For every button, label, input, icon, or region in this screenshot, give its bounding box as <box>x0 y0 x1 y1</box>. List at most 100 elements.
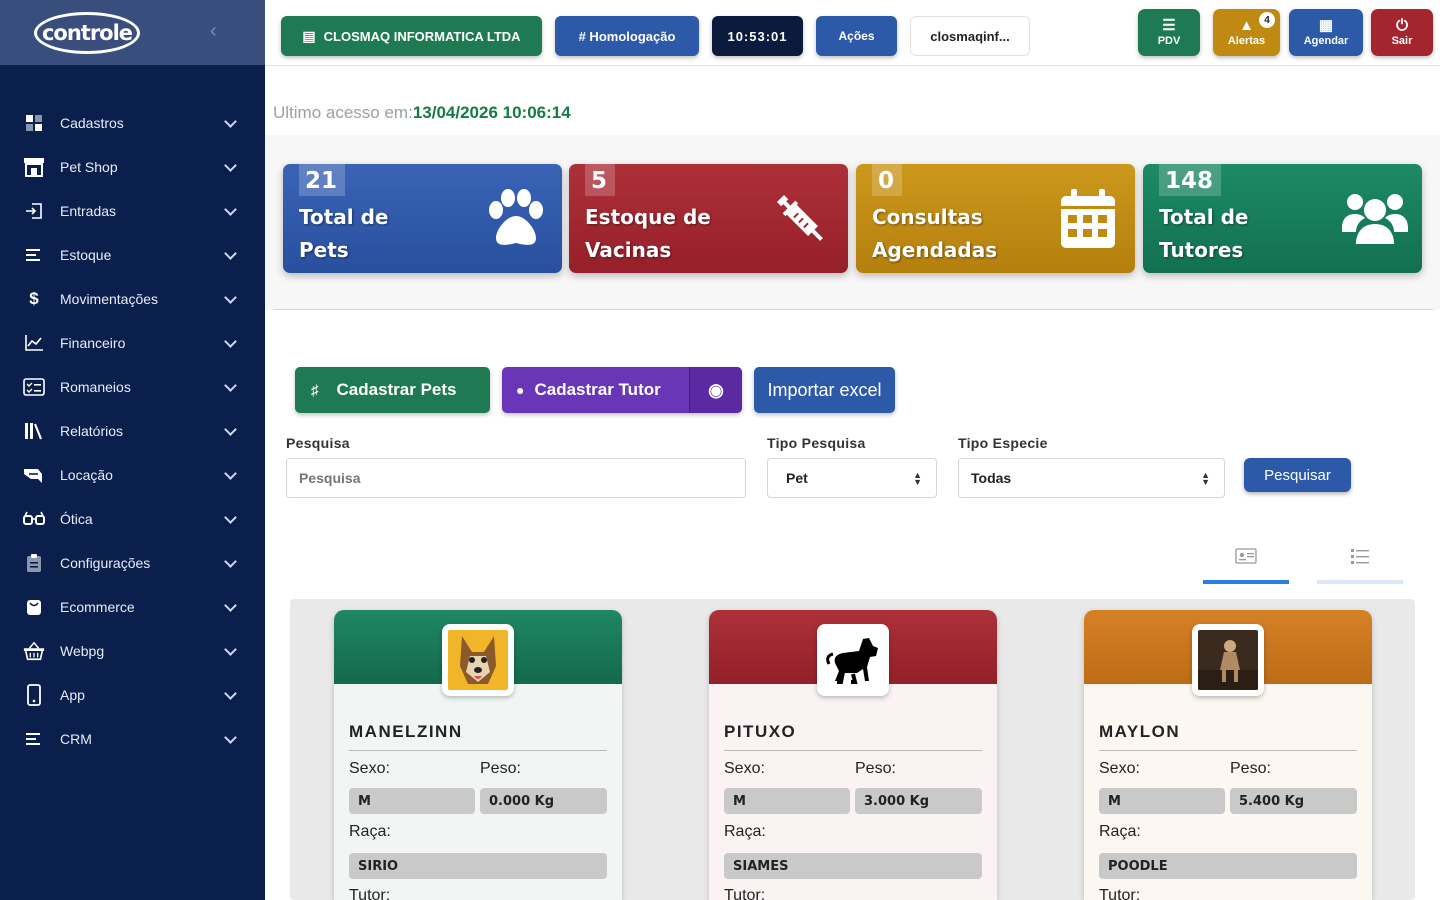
chevron-down-icon <box>224 335 237 348</box>
chevron-down-icon <box>224 247 237 260</box>
sidebar-header: controle ‹ <box>0 0 265 65</box>
environment-button[interactable]: # Homologação <box>555 16 699 56</box>
list-icon <box>1351 549 1369 564</box>
sidebar-item-label: Ecommerce <box>60 599 135 615</box>
stat-title-line1: Total de <box>299 205 389 229</box>
company-name: CLOSMAQ INFORMATICA LTDA <box>323 28 521 44</box>
lines-icon <box>23 728 45 750</box>
stat-card-appointments[interactable]: 0 Consultas Agendadas <box>856 164 1135 273</box>
stat-number: 5 <box>585 164 616 196</box>
sidebar-item-label: Webpg <box>60 643 105 659</box>
sidebar-item-label: Estoque <box>60 247 112 263</box>
dog-icon: ♯ <box>311 381 319 399</box>
power-icon: ⏻ <box>1396 17 1408 34</box>
user-name: closmaqinf... <box>930 28 1010 44</box>
sidebar-item-ecommerce[interactable]: Ecommerce <box>0 585 265 629</box>
bag-icon <box>23 596 45 618</box>
sidebar-item-locacao[interactable]: Locação <box>0 453 265 497</box>
stat-title: Total de Tutores <box>1159 201 1339 267</box>
chevron-down-icon <box>224 159 237 172</box>
sidebar-item-app[interactable]: App <box>0 673 265 717</box>
search-button[interactable]: Pesquisar <box>1244 458 1351 492</box>
clipboard-icon <box>23 552 45 574</box>
breed-label: Raça: <box>724 823 766 840</box>
sidebar-item-relatorios[interactable]: Relatórios <box>0 409 265 453</box>
stat-title-line1: Total de <box>1159 205 1249 229</box>
pet-card[interactable]: PITUXO Sexo: Peso: M 3.000 Kg Raça: SIAM… <box>709 610 997 900</box>
weight-label: Peso: <box>480 760 521 777</box>
pdv-button[interactable]: ☰ PDV <box>1138 9 1200 56</box>
search-type-select[interactable]: Pet ▲ ▼ <box>767 458 937 498</box>
actions-button[interactable]: Ações <box>816 16 897 56</box>
add-tutor-label: Cadastrar Tutor <box>534 380 661 399</box>
id-card-icon <box>1235 548 1257 564</box>
sex-value: M <box>724 788 850 814</box>
sidebar-item-configuracoes[interactable]: Configurações <box>0 541 265 585</box>
sidebar-item-romaneios[interactable]: Romaneios <box>0 365 265 409</box>
sidebar-item-pet-shop[interactable]: Pet Shop <box>0 145 265 189</box>
sidebar-item-webpg[interactable]: Webpg <box>0 629 265 673</box>
species-type-select[interactable]: Todas ▲ ▼ <box>958 458 1225 498</box>
select-arrows-icon: ▲ ▼ <box>1201 470 1210 487</box>
user-button[interactable]: closmaqinf... <box>910 16 1030 56</box>
paw-icon <box>489 189 543 245</box>
add-pet-button[interactable]: ♯ Cadastrar Pets <box>295 367 490 413</box>
pet-card[interactable]: MAYLON Sexo: Peso: M 5.400 Kg Raça: POOD… <box>1084 610 1372 900</box>
alerts-label: Alertas <box>1227 35 1266 47</box>
breed-label: Raça: <box>349 823 391 840</box>
company-button[interactable]: ▤ CLOSMAQ INFORMATICA LTDA <box>281 16 542 56</box>
stat-card-vaccines[interactable]: 5 Estoque de Vacinas <box>569 164 848 273</box>
weight-value: 5.400 Kg <box>1230 788 1357 814</box>
logo[interactable]: controle <box>34 11 140 54</box>
eye-icon[interactable]: ◉ <box>689 367 742 413</box>
dog-photo <box>448 630 508 690</box>
sidebar-item-financeiro[interactable]: Financeiro <box>0 321 265 365</box>
chevron-left-icon[interactable]: ‹ <box>210 20 217 43</box>
add-tutor-button[interactable]: ● Cadastrar Tutor ◉ <box>502 367 742 413</box>
sidebar-item-label: Configurações <box>60 555 151 571</box>
divider <box>349 750 607 751</box>
chevron-down-icon <box>224 599 237 612</box>
syringe-icon <box>776 194 823 241</box>
search-label: Pesquisa <box>286 435 350 451</box>
stat-card-tutors[interactable]: 148 Total de Tutores <box>1143 164 1422 273</box>
stat-card-pets[interactable]: 21 Total de Pets <box>283 164 562 273</box>
sidebar-item-otica[interactable]: Ótica <box>0 497 265 541</box>
tab-card-view[interactable] <box>1203 540 1289 584</box>
chevron-down-icon <box>224 467 237 480</box>
species-type-label: Tipo Especie <box>958 435 1048 451</box>
sidebar-item-movimentacoes[interactable]: $ Movimentações <box>0 277 265 321</box>
weight-label: Peso: <box>855 760 896 777</box>
schedule-label: Agendar <box>1303 35 1349 47</box>
sidebar-item-label: Pet Shop <box>60 159 118 175</box>
handshake-icon <box>23 464 45 486</box>
logout-button[interactable]: ⏻ Sair <box>1371 9 1433 56</box>
pet-name: PITUXO <box>724 722 797 741</box>
search-input[interactable] <box>286 458 746 498</box>
cat-photo <box>823 630 883 690</box>
schedule-button[interactable]: ▦ Agendar <box>1289 9 1363 56</box>
stat-number: 0 <box>872 164 903 196</box>
import-excel-button[interactable]: Importar excel <box>754 367 895 413</box>
select-arrows-icon: ▲ ▼ <box>913 470 922 487</box>
alerts-button[interactable]: ▲ Alertas 4 <box>1213 9 1280 56</box>
sidebar-item-label: Entradas <box>60 203 117 219</box>
search-type-value: Pet <box>786 470 808 486</box>
barcode-icon: ☰ <box>1162 17 1176 34</box>
stat-title-line1: Consultas <box>872 205 983 229</box>
sidebar-item-cadastros[interactable]: Cadastros <box>0 101 265 145</box>
sidebar-item-crm[interactable]: CRM <box>0 717 265 761</box>
chevron-down-icon <box>224 115 237 128</box>
pet-name: MANELZINN <box>349 722 463 741</box>
sidebar-item-label: Movimentações <box>60 291 159 307</box>
sidebar-item-entradas[interactable]: Entradas <box>0 189 265 233</box>
user-icon: ● <box>516 382 525 398</box>
dollar-icon: $ <box>29 289 39 308</box>
sidebar-item-estoque[interactable]: Estoque <box>0 233 265 277</box>
tutor-label: Tutor: <box>349 887 391 900</box>
stat-title: Consultas Agendadas <box>872 201 1052 267</box>
breed-label: Raça: <box>1099 823 1141 840</box>
pet-card[interactable]: MANELZINN Sexo: Peso: M 0.000 Kg Raça: S… <box>334 610 622 900</box>
chevron-down-icon <box>224 731 237 744</box>
tab-list-view[interactable] <box>1317 540 1403 584</box>
